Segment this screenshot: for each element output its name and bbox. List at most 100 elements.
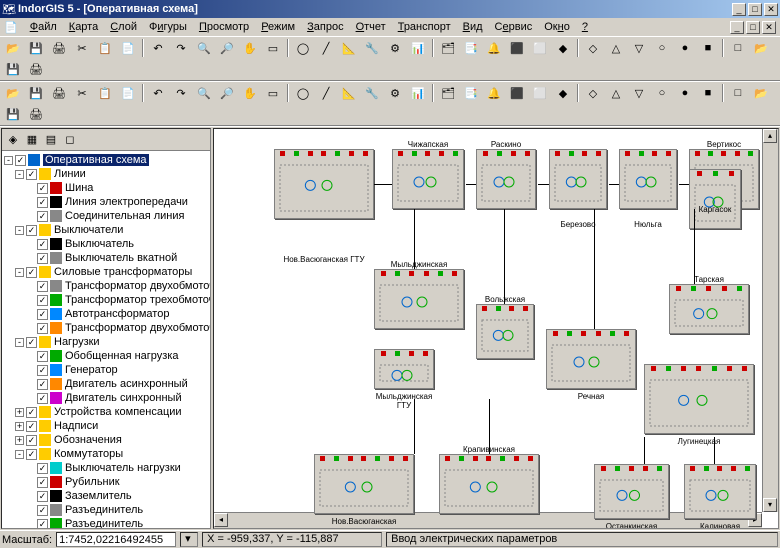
- tree-checkbox[interactable]: [26, 449, 37, 460]
- substation[interactable]: Вольжская: [476, 304, 534, 359]
- toolbar-button[interactable]: 🗂: [437, 38, 459, 58]
- substation[interactable]: Нов.Васюганская ГТУ: [274, 149, 374, 219]
- toolbar-button[interactable]: □: [727, 38, 749, 58]
- status-dropdown[interactable]: ▾: [180, 532, 198, 547]
- substation[interactable]: Нов.Васюганская: [314, 454, 414, 514]
- toolbar-button[interactable]: ✋: [239, 38, 261, 58]
- layers-tree[interactable]: -Оперативная схема-ЛинииШинаЛиния электр…: [2, 151, 210, 528]
- tree-label[interactable]: Двигатель синхронный: [65, 392, 182, 404]
- toolbar-button[interactable]: 🖨: [25, 59, 47, 79]
- tree-label[interactable]: Трансформатор двухобмоточны: [65, 280, 210, 292]
- menu-Файл[interactable]: Файл: [24, 20, 63, 34]
- tree-checkbox[interactable]: [26, 337, 37, 348]
- toolbar-button[interactable]: ↶: [147, 38, 169, 58]
- toolbar-button[interactable]: ◇: [582, 83, 604, 103]
- substation[interactable]: Мыльджинская: [374, 269, 464, 329]
- tree-checkbox[interactable]: [37, 281, 48, 292]
- tree-checkbox[interactable]: [26, 407, 37, 418]
- tree-expander[interactable]: +: [15, 422, 24, 431]
- toolbar-button[interactable]: 📋: [94, 38, 116, 58]
- tree-checkbox[interactable]: [37, 253, 48, 264]
- toolbar-button[interactable]: 📄: [117, 83, 139, 103]
- toolbar-button[interactable]: ⬛: [506, 83, 528, 103]
- toolbar-button[interactable]: 🔎: [216, 38, 238, 58]
- toolbar-button[interactable]: 📄: [117, 38, 139, 58]
- toolbar-button[interactable]: △: [605, 38, 627, 58]
- tree-label[interactable]: Разъединитель: [65, 518, 143, 528]
- toolbar-button[interactable]: 🖨: [48, 38, 70, 58]
- toolbar-button[interactable]: 📂: [750, 38, 772, 58]
- scroll-left-button[interactable]: ◂: [214, 513, 228, 527]
- toolbar-button[interactable]: ✂: [71, 83, 93, 103]
- tree-label[interactable]: Разъединитель: [65, 504, 143, 516]
- tree-label[interactable]: Обозначения: [54, 434, 122, 446]
- tree-checkbox[interactable]: [15, 155, 26, 166]
- toolbar-button[interactable]: 📊: [407, 83, 429, 103]
- toolbar-button[interactable]: 🖨: [48, 83, 70, 103]
- tree-label[interactable]: Выключатели: [54, 224, 123, 236]
- substation[interactable]: Останкинская: [594, 464, 669, 519]
- layers-tool-icon[interactable]: ◈: [4, 131, 22, 149]
- substation[interactable]: Мыльджинская ГТУ: [374, 349, 434, 389]
- toolbar-button[interactable]: ╱: [315, 38, 337, 58]
- toolbar-button[interactable]: 💾: [2, 104, 24, 124]
- tree-checkbox[interactable]: [37, 351, 48, 362]
- tree-label[interactable]: Устройства компенсации: [54, 406, 182, 418]
- toolbar-button[interactable]: 🔧: [361, 38, 383, 58]
- toolbar-button[interactable]: 🔍: [193, 38, 215, 58]
- toolbar-button[interactable]: 🔧: [361, 83, 383, 103]
- tree-checkbox[interactable]: [37, 211, 48, 222]
- tree-checkbox[interactable]: [37, 309, 48, 320]
- toolbar-button[interactable]: ○: [651, 83, 673, 103]
- tree-checkbox[interactable]: [37, 393, 48, 404]
- tree-checkbox[interactable]: [37, 323, 48, 334]
- minimize-button[interactable]: _: [732, 3, 746, 16]
- toolbar-button[interactable]: ●: [674, 83, 696, 103]
- toolbar-button[interactable]: ◆: [552, 83, 574, 103]
- toolbar-button[interactable]: ▭: [262, 38, 284, 58]
- layers-tool-icon[interactable]: ▤: [42, 131, 60, 149]
- toolbar-button[interactable]: ⬛: [506, 38, 528, 58]
- substation[interactable]: Калиновая: [684, 464, 756, 519]
- menu-?[interactable]: ?: [576, 20, 594, 34]
- tree-checkbox[interactable]: [26, 225, 37, 236]
- toolbar-button[interactable]: 📑: [460, 83, 482, 103]
- toolbar-button[interactable]: ↷: [170, 38, 192, 58]
- tree-expander[interactable]: -: [15, 450, 24, 459]
- toolbar-button[interactable]: ↷: [170, 83, 192, 103]
- toolbar-button[interactable]: ●: [674, 38, 696, 58]
- tree-expander[interactable]: +: [15, 436, 24, 445]
- tree-label[interactable]: Линия электропередачи: [65, 196, 188, 208]
- toolbar-button[interactable]: 📋: [94, 83, 116, 103]
- substation[interactable]: Каргасок: [689, 169, 741, 229]
- menu-Транспорт[interactable]: Транспорт: [392, 20, 457, 34]
- tree-label[interactable]: Надписи: [54, 420, 98, 432]
- toolbar-button[interactable]: ■: [697, 38, 719, 58]
- tree-label[interactable]: Силовые трансформаторы: [54, 266, 192, 278]
- toolbar-button[interactable]: ○: [651, 38, 673, 58]
- tree-checkbox[interactable]: [37, 463, 48, 474]
- tree-label[interactable]: Выключатель нагрузки: [65, 462, 181, 474]
- tree-label[interactable]: Автотрансформатор: [65, 308, 169, 320]
- mdi-close-button[interactable]: ✕: [762, 21, 776, 34]
- toolbar-button[interactable]: ▭: [262, 83, 284, 103]
- mdi-maximize-button[interactable]: □: [746, 21, 760, 34]
- tree-checkbox[interactable]: [26, 267, 37, 278]
- menu-Вид[interactable]: Вид: [457, 20, 489, 34]
- toolbar-button[interactable]: □: [727, 83, 749, 103]
- menu-Просмотр[interactable]: Просмотр: [193, 20, 255, 34]
- tree-checkbox[interactable]: [37, 491, 48, 502]
- toolbar-button[interactable]: ▽: [628, 38, 650, 58]
- tree-checkbox[interactable]: [37, 197, 48, 208]
- menu-Режим[interactable]: Режим: [255, 20, 301, 34]
- substation[interactable]: Нюльга: [619, 149, 677, 209]
- substation[interactable]: Раскино: [476, 149, 536, 209]
- toolbar-button[interactable]: 🔔: [483, 83, 505, 103]
- toolbar-button[interactable]: 🖨: [25, 104, 47, 124]
- tree-expander[interactable]: +: [15, 408, 24, 417]
- toolbar-button[interactable]: 📂: [2, 83, 24, 103]
- toolbar-button[interactable]: ■: [697, 83, 719, 103]
- tree-checkbox[interactable]: [37, 519, 48, 529]
- menu-Слой[interactable]: Слой: [104, 20, 143, 34]
- close-button[interactable]: ✕: [764, 3, 778, 16]
